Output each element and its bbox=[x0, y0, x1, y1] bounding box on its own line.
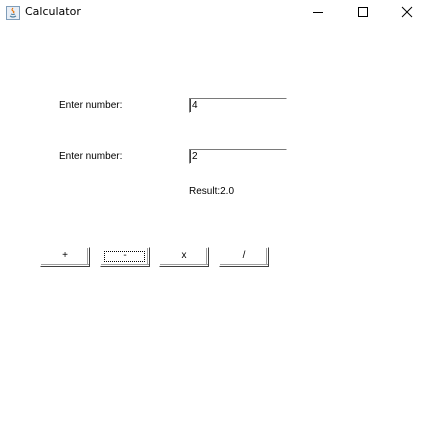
close-icon bbox=[401, 6, 413, 18]
button-bevel bbox=[147, 248, 148, 265]
multiply-button-label: x bbox=[181, 250, 187, 261]
focus-ring bbox=[104, 251, 145, 262]
maximize-icon bbox=[358, 7, 368, 17]
button-bevel bbox=[206, 248, 207, 265]
title-bar[interactable]: Calculator bbox=[0, 0, 429, 24]
divide-button-label: / bbox=[242, 250, 246, 261]
minimize-icon bbox=[313, 12, 323, 13]
close-button[interactable] bbox=[385, 0, 429, 24]
divide-button[interactable]: / bbox=[219, 247, 269, 267]
calculator-window: Calculator Enter number: 4 Enter number:… bbox=[0, 0, 429, 436]
button-bevel bbox=[87, 248, 88, 265]
java-app-icon bbox=[6, 5, 20, 20]
window-title: Calculator bbox=[25, 5, 81, 18]
button-bevel bbox=[266, 248, 267, 265]
add-button-label: + bbox=[62, 250, 68, 261]
second-number-input[interactable]: 2 bbox=[189, 149, 287, 164]
add-button[interactable]: + bbox=[40, 247, 90, 267]
multiply-button[interactable]: x bbox=[159, 247, 209, 267]
first-number-input[interactable]: 4 bbox=[189, 98, 287, 113]
first-number-label: Enter number: bbox=[59, 100, 123, 111]
subtract-button[interactable]: - bbox=[100, 247, 150, 267]
result-label: Result:2.0 bbox=[189, 186, 235, 197]
maximize-button[interactable] bbox=[341, 0, 385, 24]
minimize-button[interactable] bbox=[296, 0, 340, 24]
second-number-label: Enter number: bbox=[59, 151, 123, 162]
